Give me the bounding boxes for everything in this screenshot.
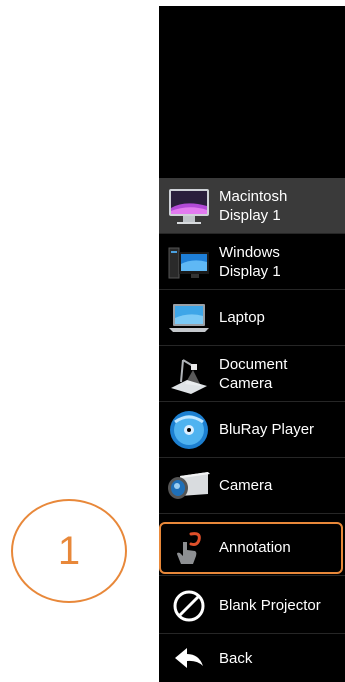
- video-camera-icon: [165, 462, 213, 510]
- menu-item-document-camera[interactable]: Document Camera: [159, 346, 345, 402]
- menu-item-label: Blank Projector: [219, 597, 321, 614]
- menu-item-camera[interactable]: Camera: [159, 458, 345, 514]
- document-camera-icon: [165, 350, 213, 398]
- menu-item-blank-projector[interactable]: Blank Projector: [159, 578, 345, 634]
- windows-pc-icon: [165, 238, 213, 286]
- menu-item-annotation[interactable]: Annotation: [159, 520, 345, 576]
- menu-item-label: Document Camera: [219, 355, 288, 392]
- menu-item-label: Macintosh Display 1: [219, 187, 288, 224]
- menu-item-label: Annotation: [219, 539, 291, 556]
- bluray-disc-icon: [165, 406, 213, 454]
- menu-item-macintosh-display[interactable]: Macintosh Display 1: [159, 178, 345, 234]
- back-arrow-icon: [165, 634, 213, 682]
- menu-item-label: Laptop: [219, 309, 265, 326]
- step-number-callout: 1: [11, 499, 127, 603]
- menu-item-label: Windows Display 1: [219, 243, 281, 280]
- laptop-icon: [165, 294, 213, 342]
- menu-item-label: BluRay Player: [219, 421, 315, 438]
- menu-item-label: Back: [219, 649, 253, 667]
- menu-item-bluray-player[interactable]: BluRay Player: [159, 402, 345, 458]
- imac-monitor-icon: [165, 182, 213, 230]
- menu-item-laptop[interactable]: Laptop: [159, 290, 345, 346]
- menu-item-back[interactable]: Back: [159, 634, 345, 682]
- blank-no-sign-icon: [165, 582, 213, 630]
- menu-item-label: Camera: [219, 477, 273, 494]
- menu-item-windows-display[interactable]: Windows Display 1: [159, 234, 345, 290]
- annotation-pointer-icon: [165, 524, 213, 572]
